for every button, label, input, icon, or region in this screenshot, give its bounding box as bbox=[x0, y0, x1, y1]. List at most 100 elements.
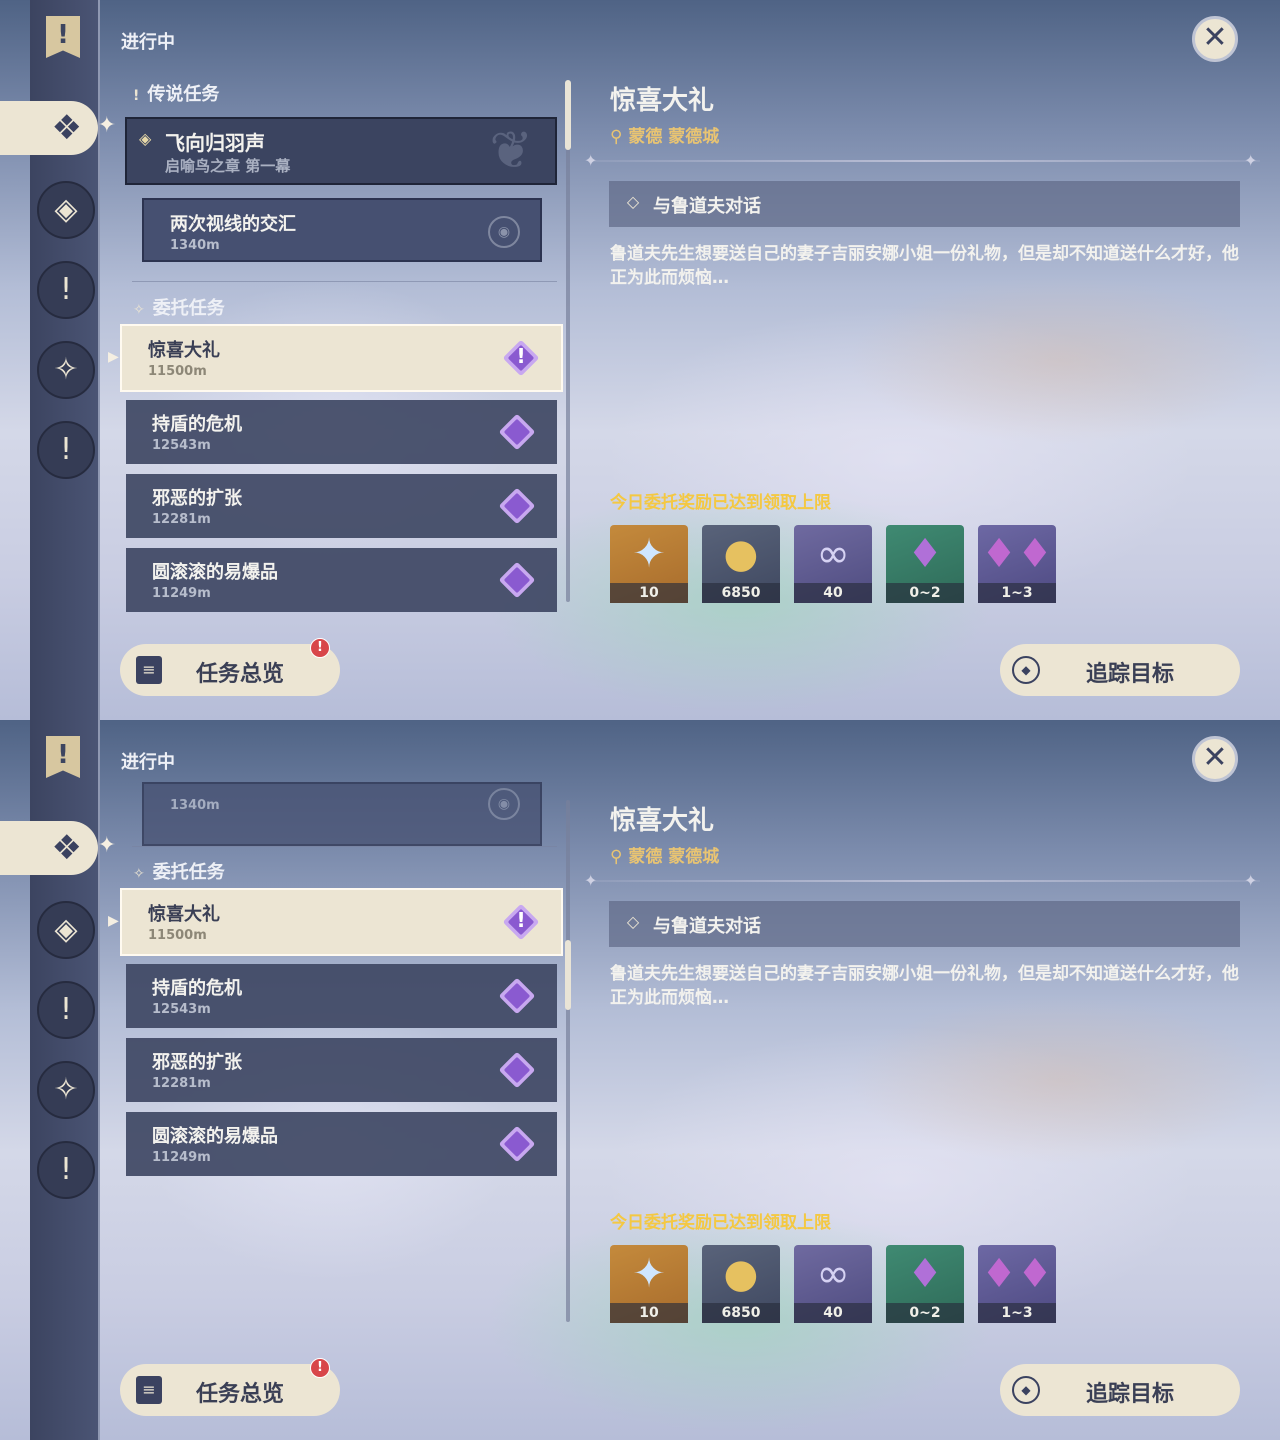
reward-adventure-exp[interactable]: ∞ 40 bbox=[794, 525, 872, 603]
sub-quest-item[interactable]: 1340m ◉ bbox=[142, 782, 542, 846]
objective-label: 与鲁道夫对话 bbox=[653, 916, 761, 937]
commission-distance: 12543m bbox=[152, 438, 211, 453]
sidebar-tab-commission-icon[interactable]: ✧ bbox=[37, 341, 95, 399]
sub-quest-item[interactable]: 两次视线的交汇 1340m ◉ bbox=[142, 198, 542, 262]
quest-description: 鲁道夫先生想要送自己的妻子吉丽安娜小姐一份礼物，但是却不知道送什么才好，他正为此… bbox=[610, 964, 1239, 1008]
close-button[interactable]: ✕ bbox=[1192, 736, 1238, 782]
adventure-exp-icon: ∞ bbox=[816, 1251, 850, 1297]
detail-location-text: 蒙德 蒙德城 bbox=[628, 127, 720, 147]
scrollbar-thumb[interactable] bbox=[565, 940, 571, 1010]
objective-bar: ◇ 与鲁道夫对话 bbox=[609, 181, 1240, 227]
crystal-icon: ♦ bbox=[907, 531, 943, 577]
commission-item-selected[interactable]: 惊喜大礼 11500m ! bbox=[120, 324, 563, 392]
reward-mora[interactable]: ● 6850 bbox=[702, 525, 780, 603]
sidebar-tab-all-quests[interactable]: ❖ ✦ bbox=[0, 821, 116, 875]
reward-mora[interactable]: ● 6850 bbox=[702, 1245, 780, 1323]
commission-item-selected[interactable]: 惊喜大礼 11500m ! bbox=[120, 888, 563, 956]
commission-item[interactable]: 邪恶的扩张 12281m bbox=[126, 1038, 557, 1102]
detail-divider bbox=[590, 160, 1260, 162]
reward-crystal-cluster[interactable]: ♦♦ 1~3 bbox=[978, 525, 1056, 603]
sidebar-tab-commission-icon[interactable]: ✧ bbox=[37, 1061, 95, 1119]
objective-label: 与鲁道夫对话 bbox=[653, 196, 761, 217]
notification-badge: ! bbox=[310, 638, 330, 658]
reward-primogem[interactable]: ✦ 10 bbox=[610, 1245, 688, 1323]
commission-distance: 12281m bbox=[152, 1076, 211, 1091]
objective-diamond-icon: ◇ bbox=[626, 192, 640, 211]
quest-overview-button[interactable]: ≡ 任务总览 ! bbox=[120, 1358, 340, 1416]
mora-coin-icon: ● bbox=[723, 531, 759, 577]
commission-distance: 11500m bbox=[148, 928, 207, 943]
status-title: 进行中 bbox=[121, 752, 175, 773]
commission-item[interactable]: 持盾的危机 12543m bbox=[126, 400, 557, 464]
detail-location-text: 蒙德 蒙德城 bbox=[628, 847, 720, 867]
reward-count: 6850 bbox=[702, 1303, 780, 1323]
divider-ornament-icon: ✦ bbox=[584, 151, 598, 170]
scrollbar-thumb[interactable] bbox=[565, 80, 571, 150]
crystal-icon: ♦ bbox=[907, 1251, 943, 1297]
reward-count: 1~3 bbox=[978, 583, 1056, 603]
sub-quest-distance: 1340m bbox=[170, 798, 220, 813]
close-icon: ✕ bbox=[1202, 740, 1228, 775]
primogem-icon: ✦ bbox=[632, 1251, 666, 1297]
commission-item[interactable]: 邪恶的扩张 12281m bbox=[126, 474, 557, 538]
sidebar-tab-legend-icon[interactable]: ◈ bbox=[37, 181, 95, 239]
commission-name: 持盾的危机 bbox=[152, 414, 242, 435]
quest-screen-top: ! ❖ ✦ ◈ ! ✧ ! 进行中 ! 传说任务 ◈ 飞向归羽声 启喻鸟之章 第一… bbox=[0, 0, 1280, 720]
quest-list-scrollbar[interactable] bbox=[566, 800, 570, 1322]
location-pin-icon: ◉ bbox=[488, 216, 520, 248]
commission-item[interactable]: 圆滚滚的易爆品 11249m bbox=[126, 1112, 557, 1176]
all-quests-icon: ❖ bbox=[51, 828, 82, 868]
sidebar-tab-world-icon[interactable]: ! bbox=[37, 421, 95, 479]
mora-coin-icon: ● bbox=[723, 1251, 759, 1297]
adventure-exp-icon: ∞ bbox=[816, 531, 850, 577]
legend-quest-name: 飞向归羽声 bbox=[165, 131, 265, 155]
quest-alert-icon: ! bbox=[502, 903, 540, 941]
commission-icon bbox=[498, 561, 536, 599]
sidebar-tab-story-icon[interactable]: ! bbox=[37, 981, 95, 1039]
close-button[interactable]: ✕ bbox=[1192, 16, 1238, 62]
detail-title: 惊喜大礼 bbox=[610, 806, 715, 836]
quest-list-scrollbar[interactable] bbox=[566, 80, 570, 602]
location-pin-icon: ⚲ bbox=[610, 127, 629, 147]
quest-overview-button[interactable]: ≡ 任务总览 ! bbox=[120, 638, 340, 696]
commission-section-icon: ✧ bbox=[133, 866, 145, 882]
reward-crystal[interactable]: ♦ 0~2 bbox=[886, 1245, 964, 1323]
sidebar-tab-world-icon[interactable]: ! bbox=[37, 1141, 95, 1199]
track-objective-button[interactable]: ◆ 追踪目标 bbox=[1000, 644, 1240, 696]
divider-ornament-icon: ✦ bbox=[584, 871, 598, 890]
quest-screen-bottom: ! ❖ ✦ ◈ ! ✧ ! 进行中 1340m ◉ ✧ 委托任务 ▶ 惊喜大礼 1… bbox=[0, 720, 1280, 1440]
sidebar-tab-story-icon[interactable]: ! bbox=[37, 261, 95, 319]
crystal-cluster-icon: ♦♦ bbox=[981, 1251, 1053, 1297]
reward-count: 10 bbox=[610, 583, 688, 603]
track-objective-label: 追踪目标 bbox=[1086, 662, 1175, 687]
reward-crystal[interactable]: ♦ 0~2 bbox=[886, 525, 964, 603]
reward-adventure-exp[interactable]: ∞ 40 bbox=[794, 1245, 872, 1323]
selection-arrow-icon: ▶ bbox=[108, 913, 119, 929]
commission-icon bbox=[498, 413, 536, 451]
commission-item[interactable]: 持盾的危机 12543m bbox=[126, 964, 557, 1028]
section-divider bbox=[132, 281, 557, 282]
sub-quest-name: 两次视线的交汇 bbox=[170, 214, 296, 235]
detail-location: ⚲ 蒙德 蒙德城 bbox=[610, 842, 719, 867]
detail-title: 惊喜大礼 bbox=[610, 86, 715, 116]
commission-name: 圆滚滚的易爆品 bbox=[152, 1126, 278, 1147]
sidebar-tab-legend-icon[interactable]: ◈ bbox=[37, 901, 95, 959]
commission-name: 惊喜大礼 bbox=[148, 904, 220, 925]
commission-section-header: ✧ 委托任务 bbox=[133, 858, 225, 884]
status-title: 进行中 bbox=[121, 32, 175, 53]
reward-count: 40 bbox=[794, 583, 872, 603]
section-divider bbox=[132, 846, 557, 847]
commission-section-label: 委托任务 bbox=[152, 862, 225, 883]
track-objective-label: 追踪目标 bbox=[1086, 1382, 1175, 1407]
track-objective-button[interactable]: ◆ 追踪目标 bbox=[1000, 1364, 1240, 1416]
location-pin-icon: ◉ bbox=[488, 788, 520, 820]
reward-crystal-cluster[interactable]: ♦♦ 1~3 bbox=[978, 1245, 1056, 1323]
commission-name: 持盾的危机 bbox=[152, 978, 242, 999]
commission-section-header: ✧ 委托任务 bbox=[133, 294, 225, 320]
notification-badge: ! bbox=[310, 1358, 330, 1378]
divider-ornament-icon: ✦ bbox=[1244, 871, 1258, 890]
legend-quest-item[interactable]: ◈ 飞向归羽声 启喻鸟之章 第一幕 ❦ bbox=[125, 117, 557, 185]
reward-primogem[interactable]: ✦ 10 bbox=[610, 525, 688, 603]
commission-item[interactable]: 圆滚滚的易爆品 11249m bbox=[126, 548, 557, 612]
sidebar-tab-all-quests[interactable]: ❖ ✦ bbox=[0, 101, 116, 155]
